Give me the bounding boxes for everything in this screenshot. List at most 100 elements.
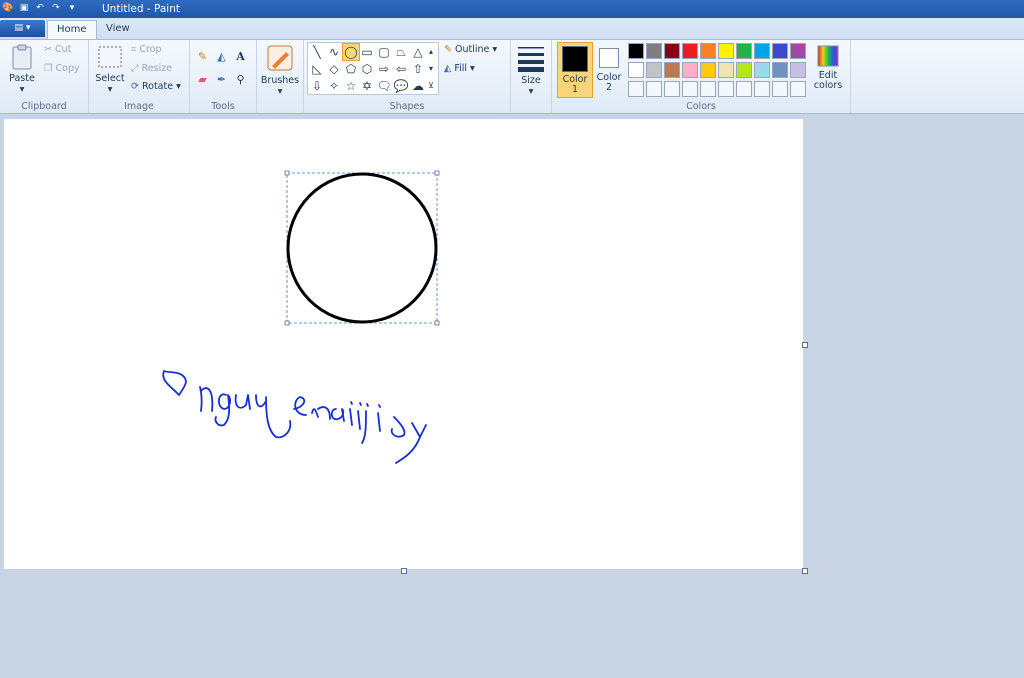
selection-handle[interactable] <box>284 170 290 176</box>
tab-view[interactable]: View <box>97 20 139 38</box>
clipboard-group-label: Clipboard <box>21 101 67 112</box>
resize-button[interactable]: ⤢ Resize <box>131 63 172 74</box>
down-arrow-shape-icon[interactable]: ⇩ <box>309 78 325 94</box>
left-arrow-shape-icon[interactable]: ⇦ <box>393 61 409 77</box>
custom-color-slot[interactable] <box>718 81 734 97</box>
custom-color-slot[interactable] <box>700 81 716 97</box>
quick-access-toolbar: 🎨 ▣ ↶ ↷ ▾ <box>2 2 78 14</box>
palette-swatch[interactable] <box>790 62 806 78</box>
palette-swatch[interactable] <box>718 43 734 59</box>
palette-swatch[interactable] <box>700 43 716 59</box>
palette-swatch[interactable] <box>772 62 788 78</box>
triangle-shape-icon[interactable]: △ <box>410 44 426 60</box>
custom-color-slot[interactable] <box>754 81 770 97</box>
copy-button[interactable]: ❐ Copy <box>44 63 80 74</box>
drawing-canvas[interactable] <box>4 119 803 569</box>
right-arrow-shape-icon[interactable]: ⇨ <box>376 61 392 77</box>
oval-shape-icon[interactable]: ◯ <box>342 43 360 61</box>
canvas-resize-handle-right[interactable] <box>802 342 808 348</box>
eraser-icon[interactable]: ▰ <box>194 71 211 88</box>
custom-color-slot[interactable] <box>682 81 698 97</box>
colors-group: Color 1 Color 2 Edit colors Colors <box>552 40 851 113</box>
cut-button[interactable]: ✂ Cut <box>44 44 71 55</box>
text-tool-icon[interactable]: A <box>232 48 249 65</box>
cloud-callout-shape-icon[interactable]: ☁ <box>410 78 426 94</box>
palette-swatch[interactable] <box>646 62 662 78</box>
pencil-icon[interactable]: ✎ <box>194 48 211 65</box>
selection-handle[interactable] <box>284 320 290 326</box>
custom-color-slot[interactable] <box>790 81 806 97</box>
canvas-resize-handle-bottom[interactable] <box>401 568 407 574</box>
up-arrow-shape-icon[interactable]: ⇧ <box>410 61 426 77</box>
rect-callout-shape-icon[interactable]: 🗨 <box>376 78 392 94</box>
palette-swatch[interactable] <box>754 43 770 59</box>
pentagon-shape-icon[interactable]: ⬠ <box>343 61 359 77</box>
palette-swatch[interactable] <box>664 43 680 59</box>
palette-swatch[interactable] <box>682 62 698 78</box>
selection-handle[interactable] <box>434 170 440 176</box>
selection-handle[interactable] <box>434 320 440 326</box>
drawing-layer <box>162 170 440 464</box>
palette-swatch[interactable] <box>682 43 698 59</box>
fill-bucket-icon[interactable]: ◭ <box>213 48 230 65</box>
rounded-rectangle-shape-icon[interactable]: ▢ <box>376 44 392 60</box>
canvas-resize-handle-corner[interactable] <box>802 568 808 574</box>
custom-color-slot[interactable] <box>772 81 788 97</box>
save-icon[interactable]: ▣ <box>18 2 30 14</box>
right-triangle-shape-icon[interactable]: ◺ <box>309 61 325 77</box>
palette-swatch[interactable] <box>772 43 788 59</box>
outline-button[interactable]: ✎ Outline ▾ <box>444 44 497 55</box>
six-point-star-shape-icon[interactable]: ✡ <box>359 78 375 94</box>
brush-icon <box>267 45 293 71</box>
shapes-scroll-down-icon[interactable]: ▾ <box>426 60 436 76</box>
color1-swatch <box>562 46 588 72</box>
curve-shape-icon[interactable]: ∿ <box>326 44 342 60</box>
edit-colors-button[interactable]: Edit colors <box>810 42 846 96</box>
shapes-scroll-up-icon[interactable]: ▴ <box>426 43 436 59</box>
customize-qat-icon[interactable]: ▾ <box>66 2 78 14</box>
five-point-star-shape-icon[interactable]: ☆ <box>343 78 359 94</box>
palette-swatch[interactable] <box>736 62 752 78</box>
palette-swatch[interactable] <box>754 62 770 78</box>
palette-swatch[interactable] <box>790 43 806 59</box>
palette-swatch[interactable] <box>646 43 662 59</box>
four-point-star-shape-icon[interactable]: ✧ <box>326 78 342 94</box>
color2-button[interactable]: Color 2 <box>594 42 624 96</box>
diamond-shape-icon[interactable]: ◇ <box>326 61 342 77</box>
color1-button[interactable]: Color 1 <box>557 42 593 98</box>
palette-swatch[interactable] <box>736 43 752 59</box>
custom-color-slot[interactable] <box>646 81 662 97</box>
rotate-button[interactable]: ⟳ Rotate ▾ <box>131 81 181 92</box>
rotate-icon: ⟳ <box>131 81 139 92</box>
drawn-circle[interactable] <box>286 172 438 324</box>
polygon-shape-icon[interactable]: ⏢ <box>393 44 409 60</box>
hexagon-shape-icon[interactable]: ⬡ <box>359 61 375 77</box>
brushes-button[interactable]: Brushes ▾ <box>260 44 300 97</box>
oval-callout-shape-icon[interactable]: 💬 <box>393 78 409 94</box>
color-picker-icon[interactable]: ✒ <box>213 71 230 88</box>
palette-swatch[interactable] <box>628 43 644 59</box>
fill-button[interactable]: ◭ Fill ▾ <box>444 63 475 74</box>
paint-app-icon[interactable]: 🎨 <box>2 2 14 14</box>
custom-color-slot[interactable] <box>664 81 680 97</box>
palette-swatch[interactable] <box>664 62 680 78</box>
rectangle-shape-icon[interactable]: ▭ <box>359 44 375 60</box>
redo-icon[interactable]: ↷ <box>50 2 62 14</box>
tab-home[interactable]: Home <box>47 20 97 39</box>
size-button[interactable]: Size ▾ <box>515 44 547 97</box>
palette-swatch[interactable] <box>718 62 734 78</box>
paint-menu-button[interactable]: ▤ ▾ <box>0 20 45 37</box>
line-shape-icon[interactable]: ╲ <box>309 44 325 60</box>
crop-button[interactable]: ⌗ Crop <box>131 44 162 55</box>
select-button[interactable]: Select ▾ <box>93 44 127 95</box>
shapes-expand-icon[interactable]: ⊻ <box>426 77 436 93</box>
palette-swatch[interactable] <box>700 62 716 78</box>
custom-color-slot[interactable] <box>628 81 644 97</box>
clipboard-icon <box>12 44 32 70</box>
line-size-icon <box>518 47 544 72</box>
palette-swatch[interactable] <box>628 62 644 78</box>
custom-color-slot[interactable] <box>736 81 752 97</box>
paste-button[interactable]: Paste ▾ <box>6 44 38 95</box>
magnifier-icon[interactable]: ⚲ <box>232 71 249 88</box>
undo-icon[interactable]: ↶ <box>34 2 46 14</box>
